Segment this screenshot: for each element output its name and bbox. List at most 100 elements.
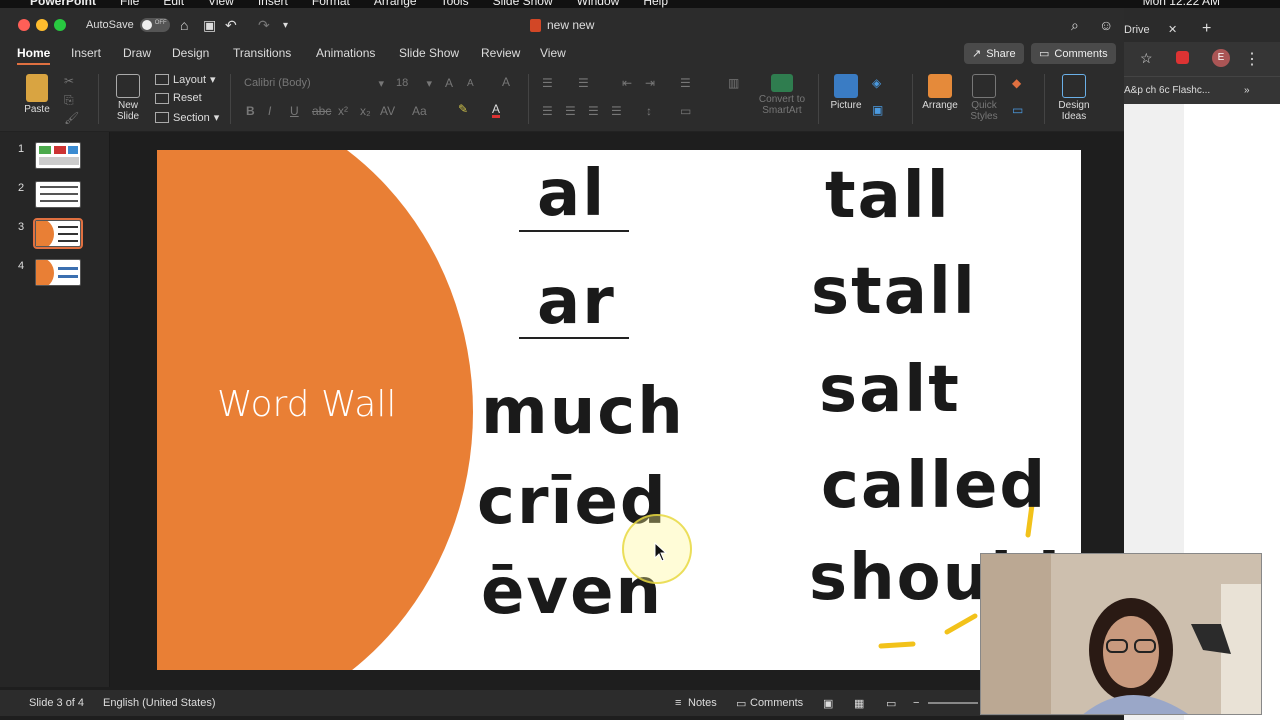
tab-home[interactable]: Home: [17, 46, 51, 65]
more-menu-icon[interactable]: ⋮: [1244, 49, 1260, 69]
clear-formatting-icon[interactable]: A: [502, 75, 510, 89]
profile-avatar[interactable]: E: [1212, 49, 1230, 67]
reset-button[interactable]: Reset: [155, 92, 202, 104]
menu-item[interactable]: Format: [312, 0, 350, 8]
menu-item[interactable]: PowerPoint: [30, 0, 96, 8]
comments-button[interactable]: ▭ Comments: [1031, 43, 1116, 64]
section-button[interactable]: Section ▾: [155, 111, 219, 124]
increase-indent-icon[interactable]: ⇥: [645, 76, 655, 90]
tab-design[interactable]: Design: [172, 46, 209, 60]
menu-item[interactable]: View: [208, 0, 234, 8]
superscript-icon[interactable]: x²: [338, 104, 348, 118]
menu-item[interactable]: Slide Show: [493, 0, 553, 8]
picture-button[interactable]: Picture: [828, 74, 864, 111]
notes-icon[interactable]: ≡: [675, 697, 681, 709]
language-indicator[interactable]: English (United States): [103, 697, 216, 709]
font-name-dropdown[interactable]: Calibri (Body) ▾: [240, 75, 388, 93]
slide-thumbnail-4[interactable]: [35, 259, 81, 286]
current-slide[interactable]: Word Wall al ar much crīed ēven tall sta…: [157, 150, 1081, 670]
align-text-icon[interactable]: ▭: [680, 104, 691, 118]
layout-button[interactable]: Layout ▾: [155, 73, 216, 86]
text-box-icon[interactable]: ▣: [872, 103, 883, 117]
comment-icon[interactable]: ▭: [736, 697, 746, 710]
menu-item[interactable]: Arrange: [374, 0, 417, 8]
paste-button[interactable]: Paste: [20, 74, 54, 115]
extension-icon[interactable]: [1176, 51, 1189, 64]
slide-thumbnail-2[interactable]: [35, 181, 81, 208]
close-tab-icon[interactable]: ✕: [1168, 23, 1177, 36]
subscript-icon[interactable]: x₂: [360, 104, 371, 118]
minimize-window-button[interactable]: [36, 19, 48, 31]
copy-icon[interactable]: ⎘: [64, 93, 74, 108]
bookmark-star-icon[interactable]: ☆: [1140, 50, 1153, 67]
font-color-icon[interactable]: A: [492, 103, 501, 118]
word-salt[interactable]: salt: [819, 358, 961, 422]
autosave-toggle[interactable]: AutoSave OFF: [86, 18, 170, 32]
zoom-window-button[interactable]: [54, 19, 66, 31]
bookmark-item[interactable]: A&p ch 6c Flashc...: [1124, 85, 1210, 96]
word-stall[interactable]: stall: [811, 260, 977, 324]
word-called[interactable]: called: [821, 454, 1047, 518]
slide-sorter-icon[interactable]: ▦: [854, 697, 864, 710]
decrease-font-icon[interactable]: A: [467, 78, 474, 89]
home-icon[interactable]: ⌂: [180, 17, 188, 33]
close-window-button[interactable]: [18, 19, 30, 31]
menu-item[interactable]: Edit: [163, 0, 184, 8]
word-wall-title[interactable]: Word Wall: [217, 384, 396, 425]
font-size-dropdown[interactable]: 18 ▾: [392, 75, 436, 93]
word-ar[interactable]: ar: [537, 270, 616, 334]
decrease-indent-icon[interactable]: ⇤: [622, 76, 632, 90]
comments-status-button[interactable]: Comments: [750, 697, 803, 709]
menu-item[interactable]: Window: [577, 0, 620, 8]
tab-review[interactable]: Review: [481, 46, 520, 60]
strikethrough-icon[interactable]: abc: [312, 104, 331, 118]
tab-animations[interactable]: Animations: [316, 46, 375, 60]
line-spacing-icon[interactable]: ☰: [680, 76, 691, 90]
search-icon[interactable]: ⌕: [1071, 17, 1079, 34]
zoom-slider[interactable]: [928, 702, 978, 704]
shapes-icon[interactable]: ◈: [872, 76, 881, 90]
slide-thumbnail-3[interactable]: [33, 218, 83, 249]
zoom-out-icon[interactable]: −: [913, 697, 919, 709]
tab-insert[interactable]: Insert: [71, 46, 101, 60]
menu-item[interactable]: Help: [643, 0, 668, 8]
menu-item[interactable]: Tools: [441, 0, 469, 8]
character-spacing-icon[interactable]: AV: [380, 104, 395, 118]
shape-fill-icon[interactable]: ◆: [1012, 76, 1021, 90]
format-painter-icon[interactable]: 🖌: [64, 111, 79, 125]
browser-tab-drive[interactable]: Drive: [1124, 24, 1150, 36]
align-center-icon[interactable]: ☰: [565, 104, 576, 118]
new-slide-button[interactable]: New Slide: [110, 74, 146, 122]
tab-view[interactable]: View: [540, 46, 566, 60]
tab-slide-show[interactable]: Slide Show: [399, 46, 459, 60]
design-ideas-button[interactable]: Design Ideas: [1052, 74, 1096, 122]
customize-toolbar-icon[interactable]: ▾: [283, 20, 288, 31]
change-case-icon[interactable]: Aa: [412, 104, 427, 118]
word-much[interactable]: much: [481, 380, 685, 444]
text-direction-icon[interactable]: ↕: [646, 104, 652, 118]
cut-icon[interactable]: ✂: [64, 74, 74, 88]
increase-font-icon[interactable]: A: [445, 76, 453, 90]
autosave-switch[interactable]: OFF: [139, 18, 170, 32]
align-right-icon[interactable]: ☰: [588, 104, 599, 118]
word-al[interactable]: al: [537, 162, 606, 226]
highlight-icon[interactable]: ✎: [458, 102, 468, 116]
bold-icon[interactable]: B: [246, 104, 255, 118]
tab-draw[interactable]: Draw: [123, 46, 151, 60]
quick-styles-button[interactable]: Quick Styles: [966, 74, 1002, 122]
menu-item[interactable]: File: [120, 0, 139, 8]
menu-item[interactable]: Insert: [258, 0, 288, 8]
align-left-icon[interactable]: ☰: [542, 104, 553, 118]
word-tall[interactable]: tall: [825, 164, 951, 228]
undo-icon[interactable]: ↶: [225, 17, 237, 34]
smiley-feedback-icon[interactable]: ☺: [1099, 17, 1113, 33]
underline-icon[interactable]: U: [290, 104, 299, 118]
normal-view-icon[interactable]: ▣: [823, 697, 833, 710]
bookmarks-overflow-icon[interactable]: »: [1244, 85, 1250, 96]
share-button[interactable]: ↗ Share: [964, 43, 1024, 64]
justify-icon[interactable]: ☰: [611, 104, 622, 118]
redo-icon[interactable]: ↷: [258, 17, 270, 34]
tab-transitions[interactable]: Transitions: [233, 46, 291, 60]
new-tab-icon[interactable]: +: [1202, 20, 1211, 38]
arrange-button[interactable]: Arrange: [920, 74, 960, 111]
